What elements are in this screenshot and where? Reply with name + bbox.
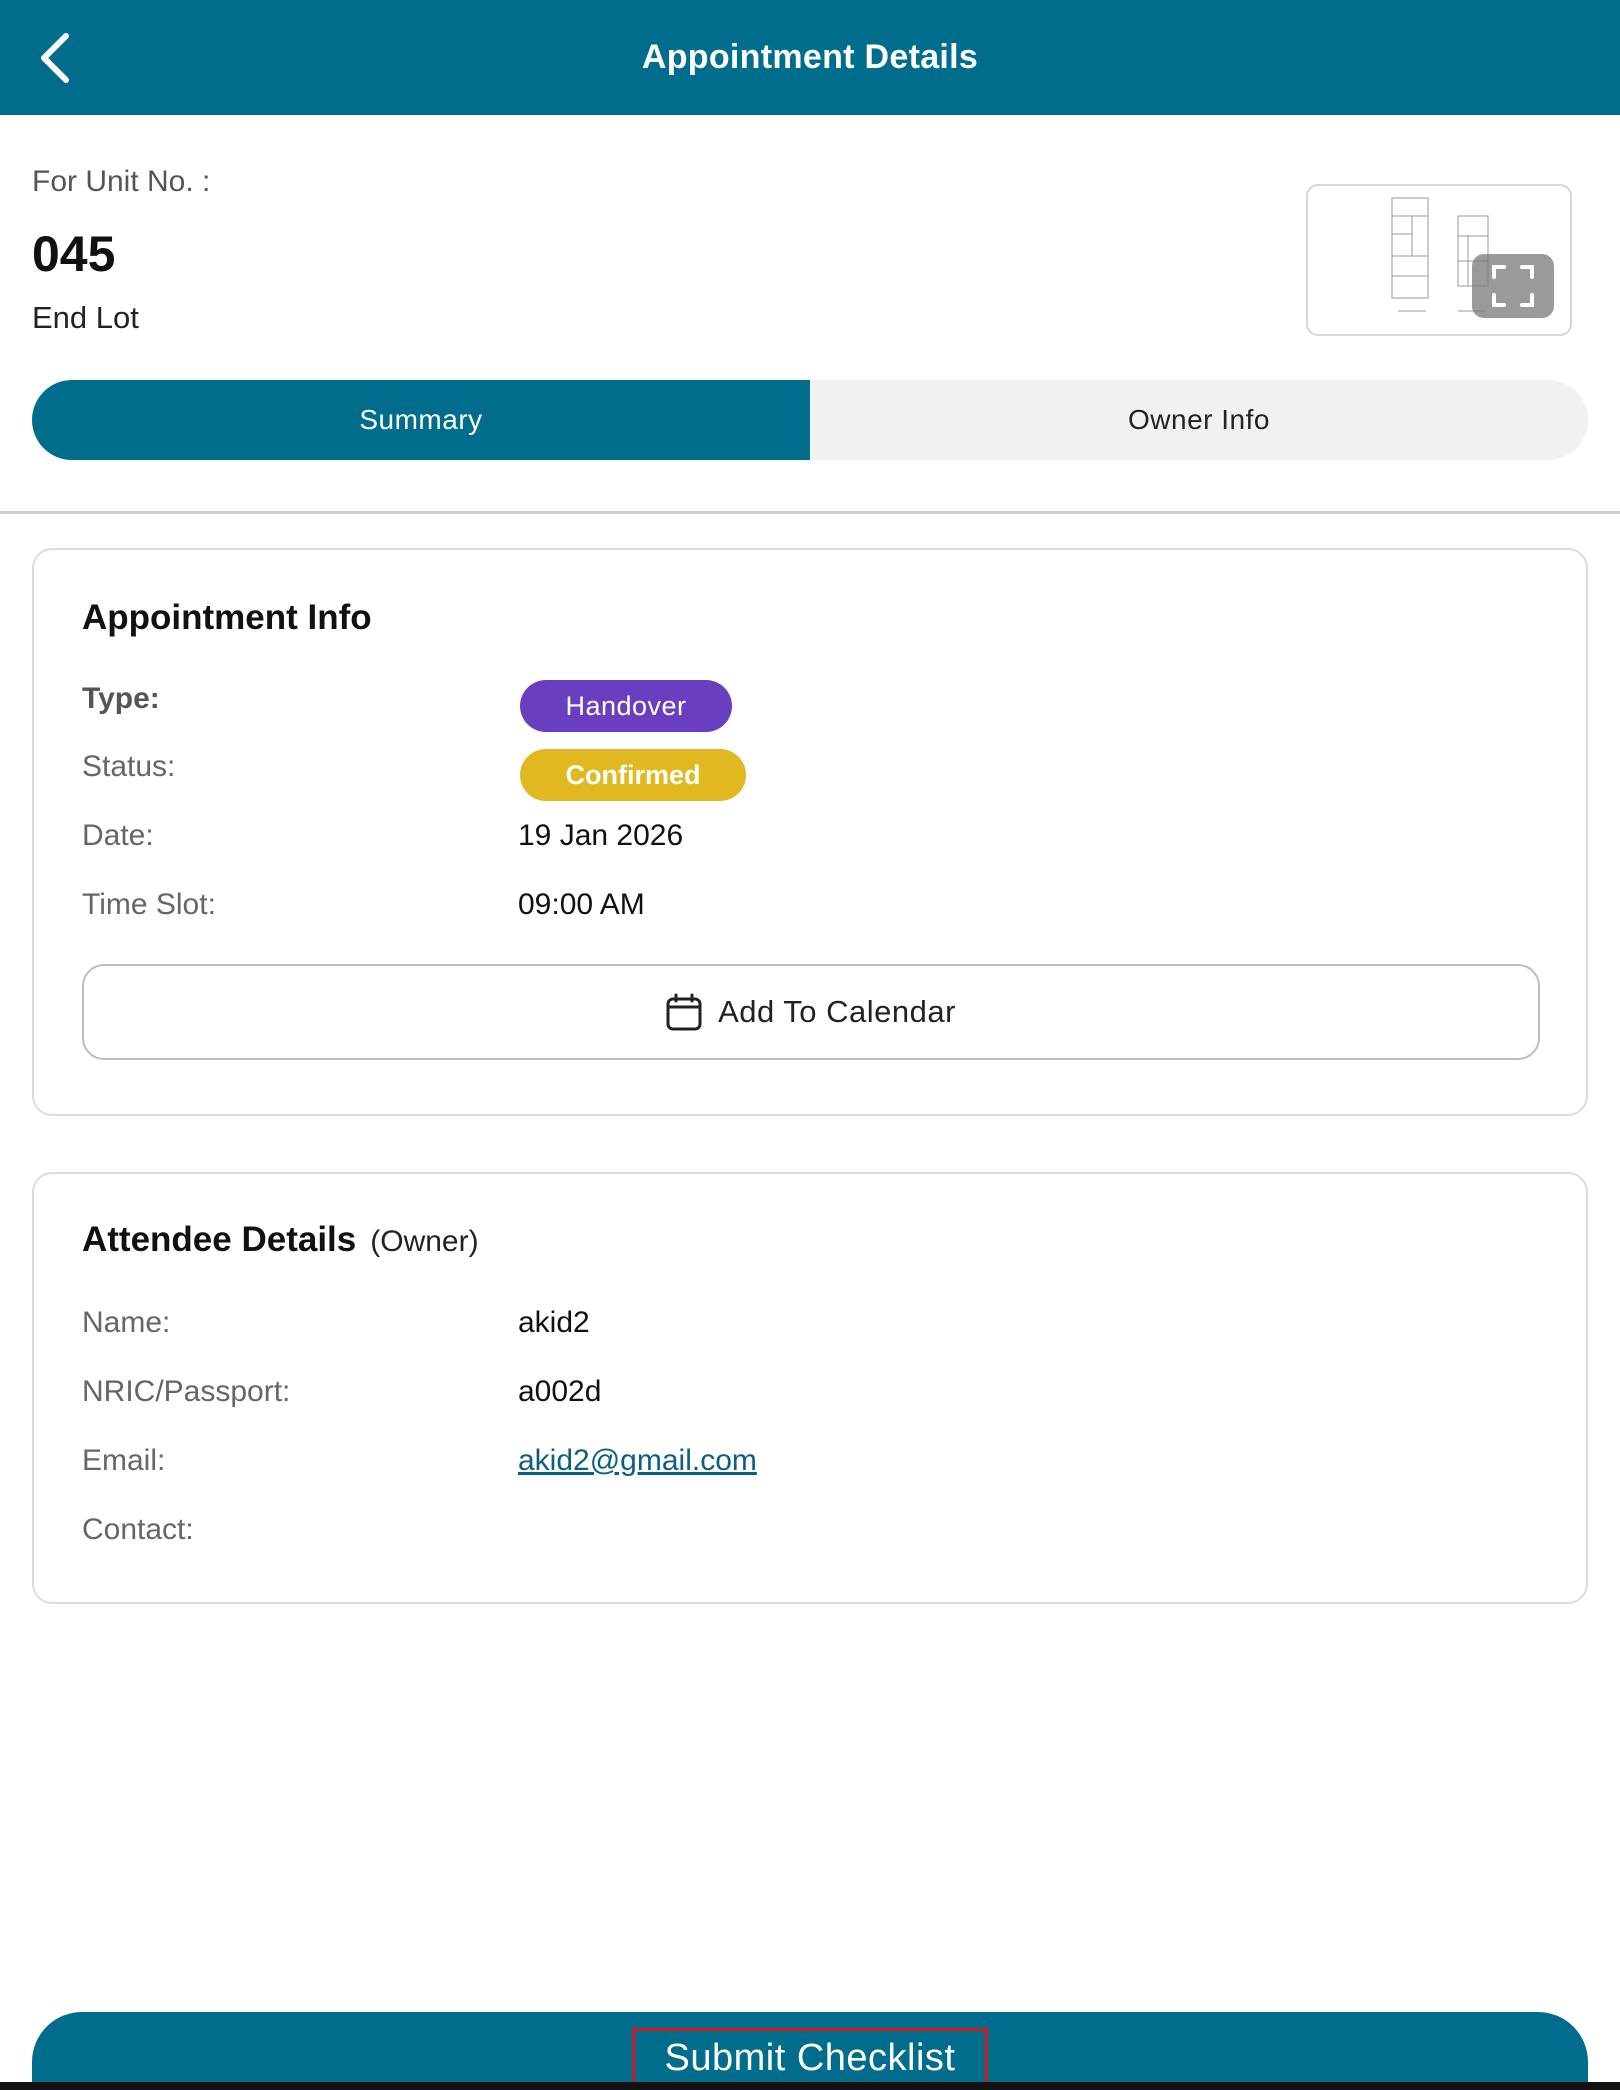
back-button[interactable] <box>26 28 86 88</box>
appointment-info-title: Appointment Info <box>82 598 372 637</box>
appointment-details-screen: Appointment Details For Unit No. : 045 E… <box>0 0 1620 2090</box>
time-slot-value: 09:00 AM <box>518 888 645 921</box>
contact-label: Contact: <box>82 1513 194 1546</box>
email-label: Email: <box>82 1444 166 1477</box>
add-to-calendar-label: Add To Calendar <box>718 994 956 1029</box>
attendee-details-card: Attendee Details (Owner) Name: akid2 NRIC… <box>32 1172 1588 1604</box>
tab-bar: Summary Owner Info <box>32 380 1588 460</box>
appointment-info-card: Appointment Info Type: Handover Status: … <box>32 548 1588 1116</box>
time-slot-label: Time Slot: <box>82 888 216 921</box>
nric-value: a002d <box>518 1375 602 1408</box>
email-link[interactable]: akid2@gmail.com <box>518 1444 757 1478</box>
tab-summary[interactable]: Summary <box>32 380 810 460</box>
bottom-edge <box>0 2082 1620 2090</box>
tab-owner-info[interactable]: Owner Info <box>810 380 1588 460</box>
status-badge: Confirmed <box>520 749 746 801</box>
name-value: akid2 <box>518 1306 590 1339</box>
name-label: Name: <box>82 1306 171 1339</box>
section-divider <box>0 511 1620 514</box>
type-badge: Handover <box>520 680 732 732</box>
expand-button[interactable] <box>1472 254 1554 318</box>
calendar-icon <box>666 993 702 1031</box>
page-title: Appointment Details <box>641 38 979 76</box>
add-to-calendar-button[interactable]: Add To Calendar <box>82 964 1540 1060</box>
app-header: Appointment Details <box>0 0 1620 115</box>
attendee-details-heading: Attendee Details (Owner) <box>82 1220 479 1260</box>
unit-number: 045 <box>32 226 116 282</box>
submit-checklist-label: Submit Checklist <box>631 2028 989 2088</box>
nric-label: NRIC/Passport: <box>82 1375 291 1408</box>
unit-label: For Unit No. : <box>32 165 211 198</box>
attendee-details-title: Attendee Details <box>82 1220 357 1259</box>
chevron-left-icon <box>41 33 69 83</box>
date-label: Date: <box>82 819 154 852</box>
unit-type: End Lot <box>32 300 139 335</box>
submit-checklist-button[interactable]: Submit Checklist <box>32 2012 1588 2090</box>
expand-icon <box>1492 265 1534 307</box>
type-label: Type: <box>82 682 160 715</box>
attendee-role: (Owner) <box>370 1225 479 1258</box>
status-label: Status: <box>82 750 176 783</box>
date-value: 19 Jan 2026 <box>518 819 684 852</box>
floorplan-thumbnail[interactable] <box>1306 184 1572 336</box>
